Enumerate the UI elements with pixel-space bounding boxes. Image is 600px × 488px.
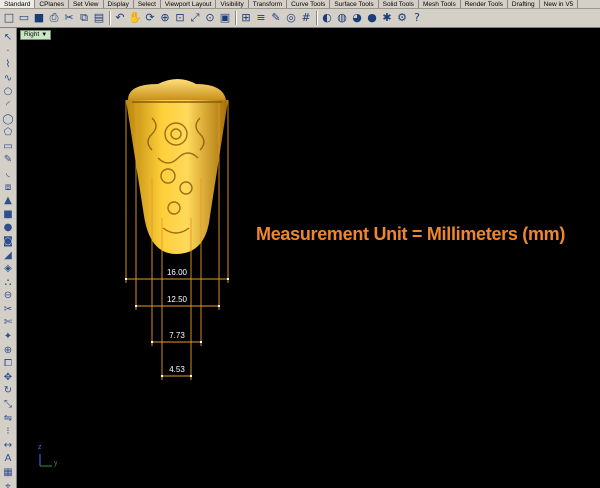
osnap-icon[interactable]: ◎ (284, 11, 298, 25)
tab-standard[interactable]: Standard (0, 0, 36, 8)
tab-surface-tools[interactable]: Surface Tools (330, 0, 379, 8)
sphere-icon[interactable]: ● (365, 11, 379, 25)
tab-visibility[interactable]: Visibility (216, 0, 249, 8)
viewport-icon[interactable]: ▣ (218, 11, 232, 25)
tab-select[interactable]: Select (134, 0, 161, 8)
print-icon[interactable]: ⎙ (47, 11, 61, 25)
save-icon[interactable]: ■ (32, 11, 46, 25)
rotate-icon[interactable]: ↻ (2, 384, 15, 398)
toolbar-separator (235, 11, 237, 25)
options-icon[interactable]: ⚙ (395, 11, 409, 25)
viewport-right[interactable]: Right ▼ 16.00 12.50 7.73 4.53 Measuremen… (18, 28, 600, 488)
array-icon[interactable]: ⁝ (2, 425, 15, 439)
layer-icon[interactable]: ≡ (254, 11, 268, 25)
cylinder-icon[interactable]: ◙ (2, 235, 15, 249)
ring-model[interactable] (18, 28, 600, 488)
tab-mesh-tools[interactable]: Mesh Tools (419, 0, 461, 8)
select-arrow-icon[interactable]: ↖ (2, 31, 15, 45)
join-icon[interactable]: ⊕ (2, 344, 15, 358)
zoom-selected-icon[interactable]: ⊙ (203, 11, 217, 25)
loft-icon[interactable]: ⛬ (2, 276, 15, 290)
toolbar-separator (109, 11, 111, 25)
circle-icon[interactable]: ○ (2, 85, 15, 99)
mirror-icon[interactable]: ⇋ (2, 412, 15, 426)
tab-new-in-v5[interactable]: New in V5 (540, 0, 579, 8)
undo-icon[interactable]: ↶ (113, 11, 127, 25)
zoom-window-icon[interactable]: ⊡ (173, 11, 187, 25)
copy-icon[interactable]: ⧉ (77, 11, 91, 25)
four-view-icon[interactable]: ⊞ (239, 11, 253, 25)
cut-icon[interactable]: ✂ (62, 11, 76, 25)
box-icon[interactable]: ■ (2, 208, 15, 222)
material-icon[interactable]: ◍ (335, 11, 349, 25)
fillet-icon[interactable]: ◟ (2, 167, 15, 181)
tab-curve-tools[interactable]: Curve Tools (287, 0, 331, 8)
dimension-label-1: 16.00 (166, 268, 188, 277)
tab-set-view[interactable]: Set View (69, 0, 104, 8)
zoom-extents-icon[interactable]: ⤢ (188, 11, 202, 25)
tab-solid-tools[interactable]: Solid Tools (379, 0, 419, 8)
free-form-icon[interactable]: ✎ (2, 153, 15, 167)
mesh-icon[interactable]: ◈ (2, 262, 15, 276)
render-icon[interactable]: ◐ (320, 11, 334, 25)
dimension-label-3: 7.73 (169, 331, 185, 340)
tab-viewport-layout[interactable]: Viewport Layout (161, 0, 217, 8)
open-icon[interactable]: ▭ (17, 11, 31, 25)
move-icon[interactable]: ✥ (2, 371, 15, 385)
paste-icon[interactable]: ▤ (92, 11, 106, 25)
text-icon[interactable]: A (2, 452, 15, 466)
offset-icon[interactable]: ⧈ (2, 181, 15, 195)
curve-icon[interactable]: ∿ (2, 72, 15, 86)
light-icon[interactable]: ✱ (380, 11, 394, 25)
toolbar-separator (316, 11, 318, 25)
group-icon[interactable]: ⧠ (2, 357, 15, 371)
new-icon[interactable]: □ (2, 11, 16, 25)
scale-icon[interactable]: ⤡ (2, 398, 15, 412)
measurement-caption: Measurement Unit = Millimeters (mm) (256, 224, 566, 244)
extrude-icon[interactable]: ▲ (2, 194, 15, 208)
zoom-icon[interactable]: ⊕ (158, 11, 172, 25)
tab-cplanes[interactable]: CPlanes (35, 0, 69, 8)
arc-icon[interactable]: ◜ (2, 99, 15, 113)
main-toolbar: ↖·⌇∿○◜◯⬠▭✎◟⧈▲■●◙◢◈⛬⊖✂✄✦⊕⧠✥↻⤡⇋⁝↔A▦⌖» (0, 28, 17, 488)
tab-drafting[interactable]: Drafting (508, 0, 540, 8)
point-icon[interactable]: · (2, 45, 15, 59)
snap-icon[interactable]: ⌖ (2, 480, 15, 488)
toolbar-tabs: Standard CPlanes Set View Display Select View… (0, 0, 600, 9)
trim-icon[interactable]: ✄ (2, 316, 15, 330)
surface-icon[interactable]: ◢ (2, 249, 15, 263)
polygon-icon[interactable]: ⬠ (2, 126, 15, 140)
split-icon[interactable]: ✂ (2, 303, 15, 317)
rectangle-icon[interactable]: ▭ (2, 140, 15, 154)
rotate-view-icon[interactable]: ⟳ (143, 11, 157, 25)
dimension-label-4: 4.53 (169, 365, 185, 374)
color-icon[interactable]: ◕ (350, 11, 364, 25)
tab-render-tools[interactable]: Render Tools (461, 0, 508, 8)
properties-icon[interactable]: ✎ (269, 11, 283, 25)
dimension-label-2: 12.50 (166, 295, 188, 304)
ellipse-icon[interactable]: ◯ (2, 113, 15, 127)
sphere-icon[interactable]: ● (2, 221, 15, 235)
axis-label-z: z (38, 444, 42, 451)
tab-display[interactable]: Display (104, 0, 134, 8)
axis-label-y: y (54, 460, 58, 467)
explode-icon[interactable]: ✦ (2, 330, 15, 344)
help-icon[interactable]: ? (410, 11, 424, 25)
dimension-icon[interactable]: ↔ (2, 439, 15, 453)
hatch-icon[interactable]: ▦ (2, 466, 15, 480)
tab-transform[interactable]: Transform (249, 0, 288, 8)
polyline-icon[interactable]: ⌇ (2, 58, 15, 72)
grid-icon[interactable]: # (299, 11, 313, 25)
boolean-icon[interactable]: ⊖ (2, 289, 15, 303)
standard-toolbar: □ ▭ ■ ⎙ ✂ ⧉ ▤ ↶ ✋ ⟳ ⊕ ⊡ ⤢ ⊙ ▣ ⊞ ≡ ✎ ◎ # ◐ ◍ ◕ ● ✱ ⚙? (0, 9, 600, 28)
pan-icon[interactable]: ✋ (128, 11, 142, 25)
